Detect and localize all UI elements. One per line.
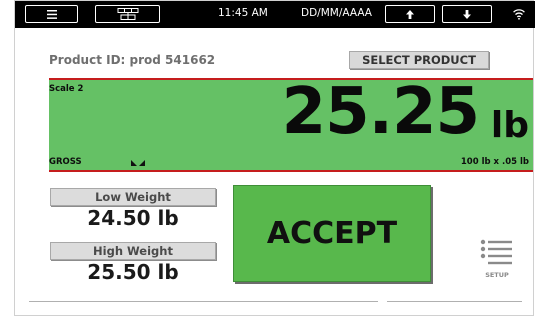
scroll-up-button[interactable]: [385, 5, 435, 23]
divider-left: [29, 301, 378, 302]
low-weight-label: Low Weight: [50, 188, 216, 206]
setup-label: SETUP: [485, 271, 509, 279]
network-icon: [117, 8, 138, 20]
status-bar: 11:45 AM DD/MM/AAAA: [15, 1, 535, 28]
high-weight-value: 25.50 lb: [87, 260, 179, 284]
date-display: DD/MM/AAAA: [301, 7, 372, 19]
arrow-up-icon: [406, 9, 414, 19]
high-weight-label: High Weight: [50, 242, 216, 260]
weight-display: Scale 2 25.25 lb GROSS 100 lb x .05 lb: [49, 78, 533, 172]
setup-button[interactable]: SETUP: [477, 239, 517, 283]
weight-value: 25.25: [281, 75, 480, 149]
scroll-down-button[interactable]: [442, 5, 492, 23]
product-id: Product ID: prod 541662: [49, 53, 216, 67]
wifi-icon: [513, 9, 525, 20]
list-menu-icon: [480, 239, 512, 265]
scale-capacity: 100 lb x .05 lb: [460, 157, 529, 167]
scale-name: Scale 2: [49, 84, 84, 94]
select-product-button[interactable]: SELECT PRODUCT: [349, 51, 489, 69]
center-of-zero-icon: [131, 160, 145, 166]
menu-button[interactable]: [25, 5, 78, 23]
weight-unit: lb: [490, 105, 529, 146]
clock: 11:45 AM: [218, 7, 268, 19]
arrow-down-icon: [463, 9, 471, 19]
network-button[interactable]: [95, 5, 160, 23]
accept-button[interactable]: ACCEPT: [233, 185, 431, 282]
low-weight-value: 24.50 lb: [87, 206, 179, 230]
gross-mode-label: GROSS: [49, 157, 82, 167]
terminal-screen: 11:45 AM DD/MM/AAAA Product ID: prod 541…: [14, 0, 535, 316]
divider-right: [387, 301, 522, 302]
hamburger-menu-icon: [46, 9, 57, 19]
